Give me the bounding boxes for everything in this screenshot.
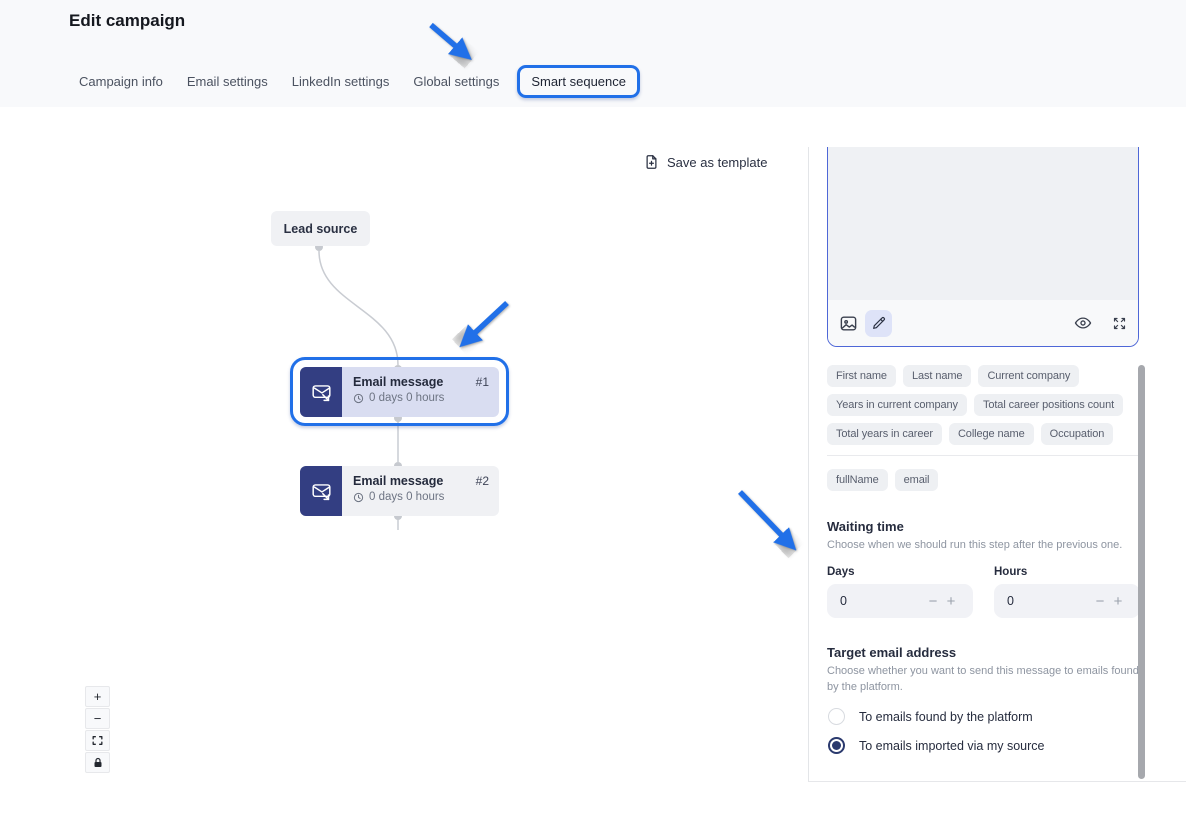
email-node-body: Email message #1 0 days 0 hours — [342, 367, 499, 417]
envelope-send-icon — [311, 481, 332, 502]
eye-icon — [1074, 314, 1092, 332]
fit-view-button[interactable] — [85, 730, 110, 751]
zoom-out-button[interactable]: − — [85, 708, 110, 729]
tab-linkedin-settings[interactable]: LinkedIn settings — [292, 74, 390, 89]
insert-image-button[interactable] — [839, 314, 858, 333]
hours-decrement-button[interactable]: − — [1091, 593, 1109, 610]
tab-email-settings[interactable]: Email settings — [187, 74, 268, 89]
merge-tag-chip[interactable]: Last name — [903, 365, 971, 387]
panel-scrollbar-thumb[interactable] — [1138, 365, 1145, 779]
flow-edges — [0, 107, 808, 782]
merge-tag-chip[interactable]: Total career positions count — [974, 394, 1123, 416]
target-email-section: Target email address Choose whether you … — [827, 645, 1145, 696]
hours-input[interactable] — [1007, 594, 1065, 608]
chip-row: First name Last name Current company — [827, 365, 1143, 387]
radio-option-imported-emails[interactable]: To emails imported via my source — [828, 737, 1044, 754]
merge-tags-section: First name Last name Current company Yea… — [827, 365, 1143, 498]
days-field: Days − + — [827, 566, 973, 618]
email-node-timing: 0 days 0 hours — [369, 392, 444, 404]
merge-tag-chip[interactable]: Total years in career — [827, 423, 942, 445]
image-icon — [839, 314, 858, 333]
custom-tag-chip[interactable]: fullName — [827, 469, 888, 491]
email-node-icon-block — [300, 466, 342, 516]
email-message-node-2[interactable]: Email message #2 0 days 0 hours — [300, 466, 499, 516]
target-email-description: Choose whether you want to send this mes… — [827, 664, 1145, 696]
lock-icon — [92, 757, 104, 769]
days-stepper: − + — [827, 584, 973, 618]
hours-label: Hours — [994, 566, 1140, 578]
merge-tag-chip[interactable]: Current company — [978, 365, 1079, 387]
step-settings-panel: First name Last name Current company Yea… — [808, 147, 1186, 782]
email-node-index: #1 — [476, 375, 489, 389]
tab-global-settings[interactable]: Global settings — [413, 74, 499, 89]
waiting-time-title: Waiting time — [827, 519, 1143, 534]
days-label: Days — [827, 566, 973, 578]
email-node-title: Email message — [353, 474, 443, 488]
merge-tag-chip[interactable]: Years in current company — [827, 394, 967, 416]
email-message-node-1[interactable]: Email message #1 0 days 0 hours — [300, 367, 499, 417]
radio-label: To emails imported via my source — [859, 739, 1044, 753]
hours-field: Hours − + — [994, 566, 1140, 618]
expand-icon — [1112, 316, 1127, 331]
tab-campaign-info[interactable]: Campaign info — [79, 74, 163, 89]
lead-source-label: Lead source — [284, 222, 358, 236]
fullscreen-button[interactable] — [1112, 316, 1127, 331]
days-input[interactable] — [840, 594, 898, 608]
page-header: Edit campaign Campaign info Email settin… — [0, 0, 1186, 107]
clock-icon — [353, 492, 364, 503]
email-node-index: #2 — [476, 474, 489, 488]
edit-campaign-page: Edit campaign Campaign info Email settin… — [0, 0, 1186, 821]
email-node-body: Email message #2 0 days 0 hours — [342, 466, 499, 516]
chip-row: Total years in career College name Occup… — [827, 423, 1143, 445]
preview-button[interactable] — [1074, 314, 1092, 332]
tab-bar: Campaign info Email settings LinkedIn se… — [79, 62, 640, 100]
custom-tag-chip[interactable]: email — [895, 469, 939, 491]
hours-stepper: − + — [994, 584, 1140, 618]
message-editor-card[interactable] — [827, 147, 1139, 347]
save-as-template-label: Save as template — [667, 155, 767, 170]
canvas-controls: + − — [85, 686, 110, 773]
lock-button[interactable] — [85, 752, 110, 773]
radio-selected-icon[interactable] — [828, 737, 845, 754]
merge-tag-chip[interactable]: College name — [949, 423, 1034, 445]
chips-divider — [827, 455, 1139, 456]
edit-mode-button[interactable] — [865, 310, 892, 337]
envelope-send-icon — [311, 382, 332, 403]
radio-option-platform-emails[interactable]: To emails found by the platform — [828, 708, 1033, 725]
save-as-template-button[interactable]: Save as template — [644, 154, 767, 170]
fit-view-icon — [91, 734, 104, 747]
editor-toolbar — [828, 300, 1138, 346]
waiting-time-description: Choose when we should run this step afte… — [827, 538, 1143, 554]
file-plus-icon — [644, 154, 659, 170]
merge-tag-chip[interactable]: Occupation — [1041, 423, 1114, 445]
sequence-canvas[interactable]: Save as template Lead source Email messa… — [0, 107, 808, 782]
target-email-title: Target email address — [827, 645, 1145, 660]
merge-tag-chip[interactable]: First name — [827, 365, 896, 387]
chip-row: fullName email — [827, 469, 1143, 491]
radio-label: To emails found by the platform — [859, 710, 1033, 724]
smart-sequence-highlight-ring: Smart sequence — [517, 65, 640, 98]
lead-source-node[interactable]: Lead source — [271, 211, 370, 246]
email-node-title: Email message — [353, 375, 443, 389]
tab-smart-sequence[interactable]: Smart sequence — [531, 74, 626, 89]
clock-icon — [353, 393, 364, 404]
pencil-icon — [871, 315, 887, 331]
radio-unselected-icon[interactable] — [828, 708, 845, 725]
days-decrement-button[interactable]: − — [924, 593, 942, 610]
plus-icon: + — [94, 689, 102, 704]
minus-icon: − — [94, 711, 102, 726]
zoom-in-button[interactable]: + — [85, 686, 110, 707]
email-node-icon-block — [300, 367, 342, 417]
waiting-time-section: Waiting time Choose when we should run t… — [827, 519, 1143, 554]
page-title: Edit campaign — [69, 11, 185, 31]
days-increment-button[interactable]: + — [942, 593, 960, 610]
chip-row: Years in current company Total career po… — [827, 394, 1143, 416]
hours-increment-button[interactable]: + — [1109, 593, 1127, 610]
email-node-timing: 0 days 0 hours — [369, 491, 444, 503]
